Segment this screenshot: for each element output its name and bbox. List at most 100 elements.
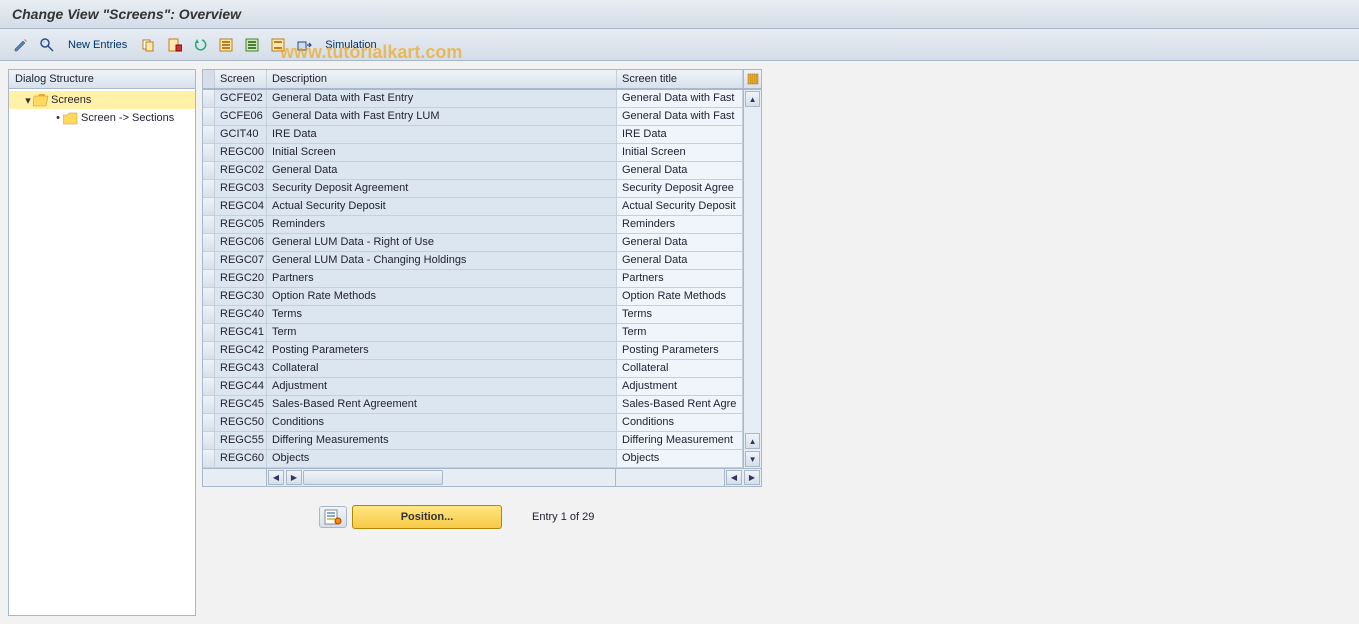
scroll-up-icon[interactable]: ▲	[745, 91, 760, 107]
cell-description[interactable]: Partners	[267, 270, 617, 287]
cell-description[interactable]: General Data with Fast Entry	[267, 90, 617, 107]
cell-description[interactable]: General LUM Data - Right of Use	[267, 234, 617, 251]
cell-screen[interactable]: REGC43	[215, 360, 267, 377]
row-selector[interactable]	[203, 126, 215, 143]
scroll-track[interactable]	[303, 469, 615, 486]
cell-screen-title[interactable]: IRE Data	[617, 126, 743, 143]
copy-icon[interactable]	[137, 34, 159, 56]
row-selector[interactable]	[203, 270, 215, 287]
column-config-icon[interactable]	[744, 70, 761, 90]
table-row[interactable]: REGC05RemindersReminders	[203, 216, 743, 234]
cell-screen[interactable]: REGC40	[215, 306, 267, 323]
row-selector[interactable]	[203, 342, 215, 359]
cell-screen[interactable]: REGC60	[215, 450, 267, 467]
delete-icon[interactable]	[163, 34, 185, 56]
cell-screen-title[interactable]: Security Deposit Agree	[617, 180, 743, 197]
toggle-display-icon[interactable]	[10, 34, 32, 56]
cell-screen[interactable]: REGC20	[215, 270, 267, 287]
cell-screen-title[interactable]: Option Rate Methods	[617, 288, 743, 305]
cell-screen[interactable]: REGC06	[215, 234, 267, 251]
row-selector[interactable]	[203, 306, 215, 323]
cell-screen-title[interactable]: Posting Parameters	[617, 342, 743, 359]
scroll-left-icon-2[interactable]: ◀	[726, 470, 742, 485]
col-header-description[interactable]: Description	[267, 70, 617, 88]
cell-screen[interactable]: REGC03	[215, 180, 267, 197]
cell-screen-title[interactable]: General Data	[617, 252, 743, 269]
cell-description[interactable]: Actual Security Deposit	[267, 198, 617, 215]
collapse-icon[interactable]: ▾	[23, 94, 33, 107]
scroll-track[interactable]	[744, 108, 761, 432]
table-row[interactable]: REGC30Option Rate MethodsOption Rate Met…	[203, 288, 743, 306]
cell-description[interactable]: Security Deposit Agreement	[267, 180, 617, 197]
row-selector[interactable]	[203, 450, 215, 467]
col-header-screen-title[interactable]: Screen title	[617, 70, 743, 88]
cell-screen[interactable]: GCFE02	[215, 90, 267, 107]
row-selector[interactable]	[203, 360, 215, 377]
table-row[interactable]: REGC06General LUM Data - Right of UseGen…	[203, 234, 743, 252]
row-selector[interactable]	[203, 108, 215, 125]
cell-screen[interactable]: REGC07	[215, 252, 267, 269]
horizontal-scrollbar[interactable]: ◀ ▶ ◀ ▶	[202, 469, 762, 487]
cell-description[interactable]: General Data with Fast Entry LUM	[267, 108, 617, 125]
table-row[interactable]: REGC41TermTerm	[203, 324, 743, 342]
cell-description[interactable]: Posting Parameters	[267, 342, 617, 359]
scroll-left-icon[interactable]: ◀	[268, 470, 284, 485]
new-entries-button[interactable]: New Entries	[62, 35, 133, 55]
scroll-right-icon-2[interactable]: ▶	[744, 470, 760, 485]
cell-screen[interactable]: REGC55	[215, 432, 267, 449]
cell-screen[interactable]: REGC05	[215, 216, 267, 233]
cell-screen[interactable]: REGC00	[215, 144, 267, 161]
table-row[interactable]: REGC20PartnersPartners	[203, 270, 743, 288]
cell-screen-title[interactable]: Sales-Based Rent Agre	[617, 396, 743, 413]
cell-screen[interactable]: REGC45	[215, 396, 267, 413]
cell-description[interactable]: IRE Data	[267, 126, 617, 143]
row-selector[interactable]	[203, 288, 215, 305]
cell-screen[interactable]: GCIT40	[215, 126, 267, 143]
row-selector[interactable]	[203, 216, 215, 233]
dialog-structure-tree[interactable]: ▾ Screens • Screen -> Sections	[9, 89, 195, 615]
cell-description[interactable]: Objects	[267, 450, 617, 467]
cell-screen-title[interactable]: General Data with Fast	[617, 108, 743, 125]
cell-description[interactable]: Term	[267, 324, 617, 341]
cell-description[interactable]: Differing Measurements	[267, 432, 617, 449]
table-row[interactable]: REGC55Differing MeasurementsDiffering Me…	[203, 432, 743, 450]
row-selector[interactable]	[203, 414, 215, 431]
row-selector[interactable]	[203, 324, 215, 341]
table-row[interactable]: REGC50ConditionsConditions	[203, 414, 743, 432]
cell-description[interactable]: Adjustment	[267, 378, 617, 395]
cell-description[interactable]: Sales-Based Rent Agreement	[267, 396, 617, 413]
cell-description[interactable]: Initial Screen	[267, 144, 617, 161]
row-selector[interactable]	[203, 432, 215, 449]
table-row[interactable]: REGC42Posting ParametersPosting Paramete…	[203, 342, 743, 360]
table-row[interactable]: REGC04Actual Security DepositActual Secu…	[203, 198, 743, 216]
vertical-scrollbar[interactable]: ▲ ▲ ▼	[743, 70, 761, 468]
cell-screen[interactable]: REGC04	[215, 198, 267, 215]
deselect-all-icon[interactable]	[267, 34, 289, 56]
table-row[interactable]: REGC02General DataGeneral Data	[203, 162, 743, 180]
row-selector[interactable]	[203, 144, 215, 161]
cell-screen[interactable]: REGC42	[215, 342, 267, 359]
row-selector[interactable]	[203, 396, 215, 413]
row-selector[interactable]	[203, 90, 215, 107]
row-selector[interactable]	[203, 198, 215, 215]
cell-screen-title[interactable]: Partners	[617, 270, 743, 287]
cell-screen-title[interactable]: Objects	[617, 450, 743, 467]
cell-screen[interactable]: REGC44	[215, 378, 267, 395]
cell-screen-title[interactable]: General Data	[617, 162, 743, 179]
table-row[interactable]: GCFE06General Data with Fast Entry LUMGe…	[203, 108, 743, 126]
cell-screen-title[interactable]: Actual Security Deposit	[617, 198, 743, 215]
cell-screen[interactable]: GCFE06	[215, 108, 267, 125]
find-icon[interactable]	[36, 34, 58, 56]
row-selector[interactable]	[203, 180, 215, 197]
cell-screen[interactable]: REGC30	[215, 288, 267, 305]
row-selector[interactable]	[203, 162, 215, 179]
col-header-screen[interactable]: Screen	[215, 70, 267, 88]
row-selector[interactable]	[203, 252, 215, 269]
select-block-icon[interactable]	[241, 34, 263, 56]
cell-screen-title[interactable]: Term	[617, 324, 743, 341]
scroll-thumb[interactable]	[303, 470, 443, 485]
table-row[interactable]: REGC00Initial ScreenInitial Screen	[203, 144, 743, 162]
cell-screen-title[interactable]: Adjustment	[617, 378, 743, 395]
cell-screen-title[interactable]: Reminders	[617, 216, 743, 233]
row-selector[interactable]	[203, 234, 215, 251]
